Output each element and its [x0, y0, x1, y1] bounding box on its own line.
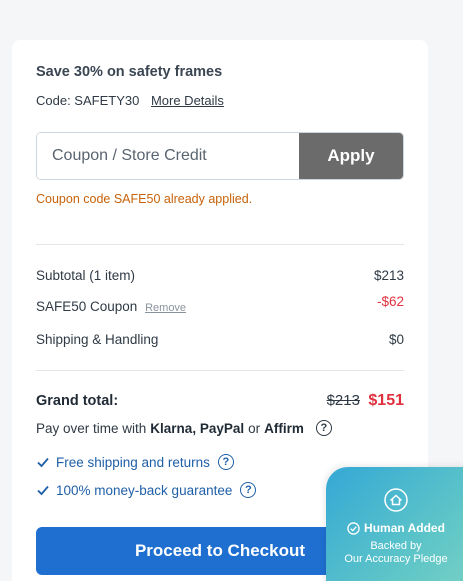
original-price: $213: [326, 392, 360, 409]
apply-button[interactable]: Apply: [299, 133, 403, 179]
shipping-value: $0: [388, 332, 404, 347]
check-icon: [37, 485, 49, 496]
subtotal-row: Subtotal (1 item) $213: [36, 268, 404, 283]
pay-over-time-prefix: Pay over time with: [36, 420, 147, 436]
subtotal-label: Subtotal (1 item): [36, 268, 136, 283]
perk-free-shipping: Free shipping and returns ?: [36, 454, 234, 470]
badge-line-1: Backed by: [370, 540, 422, 552]
grand-total-label: Grand total:: [36, 393, 119, 409]
coupon-row: SAFE50 Coupon Remove -$62: [36, 294, 404, 314]
promo-code-row: Code: SAFETY30 More Details: [36, 93, 224, 108]
remove-coupon-link[interactable]: Remove: [145, 302, 186, 314]
check-icon: [37, 457, 49, 468]
pay-providers: Klarna, PayPal: [150, 420, 245, 436]
badge-title-row: Human Added: [326, 521, 463, 535]
shipping-label: Shipping & Handling: [36, 332, 159, 347]
divider: [36, 370, 404, 371]
pay-affirm: Affirm: [264, 420, 304, 436]
question-icon[interactable]: ?: [315, 420, 332, 436]
badge-line-2: Our Accuracy Pledge: [344, 553, 448, 565]
badge-title: Human Added: [364, 521, 445, 535]
more-details-link[interactable]: More Details: [151, 93, 224, 108]
grand-total-prices: $213 $151: [327, 392, 404, 410]
accuracy-pledge-badge[interactable]: Human Added Backed by Our Accuracy Pledg…: [326, 467, 463, 581]
house-shield-icon: [384, 488, 408, 512]
discounted-price: $151: [368, 392, 404, 409]
coupon-label: SAFE50 Coupon: [36, 299, 138, 314]
subtotal-value: $213: [373, 268, 404, 283]
question-icon[interactable]: ?: [240, 482, 257, 498]
promo-title: Save 30% on safety frames: [36, 64, 223, 80]
grand-total-row: Grand total: $213 $151: [36, 392, 404, 410]
badge-subtitle: Backed by Our Accuracy Pledge: [326, 540, 463, 566]
coupon-status-message: Coupon code SAFE50 already applied.: [36, 192, 253, 206]
perk-label: 100% money-back guarantee: [56, 482, 233, 498]
pay-or: or: [248, 420, 261, 436]
coupon-input[interactable]: [37, 133, 299, 179]
perk-money-back: 100% money-back guarantee ?: [36, 482, 257, 498]
promo-code-text: Code: SAFETY30: [36, 93, 140, 108]
divider: [36, 244, 404, 245]
coupon-discount-value: -$62: [376, 294, 404, 309]
coupon-label-group: SAFE50 Coupon Remove: [36, 299, 186, 314]
shipping-row: Shipping & Handling $0: [36, 332, 404, 347]
question-icon[interactable]: ?: [217, 454, 234, 470]
coupon-form: Apply: [36, 132, 404, 180]
perk-label: Free shipping and returns: [56, 454, 210, 470]
pay-over-time: Pay over time with Klarna, PayPal or Aff…: [36, 420, 332, 436]
check-circle-icon: [347, 521, 360, 535]
